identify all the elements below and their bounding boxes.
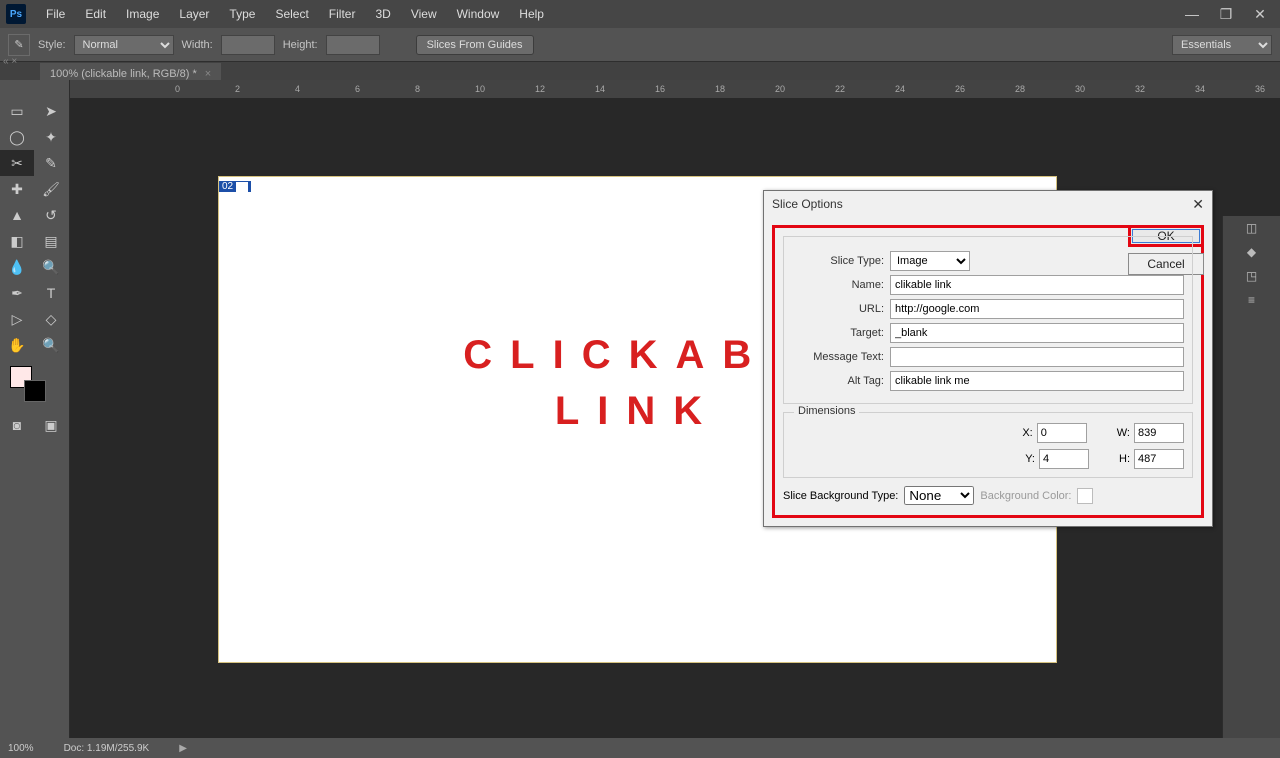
y-label: Y: [1025, 453, 1035, 465]
pen-tool-icon[interactable]: ✒ [0, 280, 34, 306]
background-color[interactable] [24, 380, 46, 402]
menu-image[interactable]: Image [116, 3, 169, 25]
slice-type-select[interactable]: Image [890, 251, 970, 271]
name-label: Name: [792, 279, 884, 291]
stamp-tool-icon[interactable]: ▲ [0, 202, 34, 228]
tools-panel: ▭➤ ◯✦ ✂✎ ✚🖌 ▲↺ ◧▤ 💧🔍 ✒T ▷◇ ✋🔍 ◙▣ [0, 80, 70, 738]
slice-link-icon [236, 182, 248, 192]
dodge-tool-icon[interactable]: 🔍 [34, 254, 68, 280]
slice-options-dialog: Slice Options ✕ OK Cancel Slice Type: Im… [763, 190, 1213, 527]
message-input[interactable] [890, 347, 1184, 367]
doc-size: Doc: 1.19M/255.9K [64, 743, 150, 754]
width-label: Width: [182, 39, 213, 51]
window-close-icon[interactable]: ✕ [1246, 6, 1274, 23]
menu-window[interactable]: Window [447, 3, 510, 25]
blur-tool-icon[interactable]: 💧 [0, 254, 34, 280]
move-tool-icon[interactable]: ▭ [0, 98, 34, 124]
alt-input[interactable] [890, 371, 1184, 391]
close-tab-icon[interactable]: × [205, 68, 211, 80]
menu-layer[interactable]: Layer [169, 3, 219, 25]
brush-tool-icon[interactable]: 🖌 [34, 176, 68, 202]
panel-icon[interactable]: ◳ [1223, 264, 1280, 288]
message-label: Message Text: [792, 351, 884, 363]
tab-title: 100% (clickable link, RGB/8) * [50, 68, 197, 80]
width-input[interactable] [221, 35, 275, 55]
menu-select[interactable]: Select [265, 3, 318, 25]
screenmode-icon[interactable]: ▣ [34, 412, 68, 438]
style-select[interactable]: Normal [74, 35, 174, 55]
quickmask-icon[interactable]: ◙ [0, 412, 34, 438]
gradient-tool-icon[interactable]: ▤ [34, 228, 68, 254]
x-input[interactable] [1037, 423, 1087, 443]
name-input[interactable] [890, 275, 1184, 295]
target-input[interactable] [890, 323, 1184, 343]
menu-filter[interactable]: Filter [319, 3, 366, 25]
panel-icon[interactable]: ◫ [1223, 216, 1280, 240]
workspace-select[interactable]: Essentials [1172, 35, 1272, 55]
slice-number: 02 [222, 181, 233, 192]
zoom-level[interactable]: 100% [8, 743, 34, 754]
slice-type-label: Slice Type: [792, 255, 884, 267]
menu-type[interactable]: Type [219, 3, 265, 25]
menu-edit[interactable]: Edit [75, 3, 116, 25]
color-swatches[interactable] [0, 366, 69, 406]
height-label: Height: [283, 39, 318, 51]
alt-label: Alt Tag: [792, 375, 884, 387]
history-brush-icon[interactable]: ↺ [34, 202, 68, 228]
eraser-tool-icon[interactable]: ◧ [0, 228, 34, 254]
menu-help[interactable]: Help [509, 3, 554, 25]
tabbar-handle-icon[interactable]: « × [3, 56, 17, 67]
menu-bar: Ps File Edit Image Layer Type Select Fil… [0, 0, 1280, 28]
y-input[interactable] [1039, 449, 1089, 469]
h-label: H: [1119, 453, 1130, 465]
lasso-tool-icon[interactable]: ◯ [0, 124, 34, 150]
w-label: W: [1117, 427, 1130, 439]
path-select-icon[interactable]: ▷ [0, 306, 34, 332]
ruler-horizontal: 0 2 4 6 8 10 12 14 16 18 20 22 24 26 28 … [15, 80, 1280, 98]
x-label: X: [1022, 427, 1032, 439]
slices-from-guides-button[interactable]: Slices From Guides [416, 35, 534, 55]
height-input[interactable] [326, 35, 380, 55]
window-minimize-icon[interactable]: — [1178, 6, 1206, 23]
dimensions-legend: Dimensions [794, 405, 859, 417]
status-menu-icon[interactable]: ▶ [179, 743, 187, 754]
eyedropper-tool-icon[interactable]: ✎ [34, 150, 68, 176]
slice-tool-icon[interactable]: ✎ [8, 34, 30, 56]
panel-icon[interactable]: ≡ [1223, 288, 1280, 312]
bgtype-select[interactable]: None [904, 486, 974, 505]
highlight-box: Slice Type: Image Name: URL: Target: Mes… [772, 225, 1204, 518]
bgcolor-swatch [1077, 488, 1093, 504]
app-logo: Ps [6, 4, 26, 24]
options-bar: ✎ Style: Normal Width: Height: Slices Fr… [0, 28, 1280, 62]
menu-file[interactable]: File [36, 3, 75, 25]
right-panels: ◫ ◆ ◳ ≡ [1222, 216, 1280, 738]
slice-badge[interactable]: 02 [219, 181, 251, 192]
arrow-tool-icon[interactable]: ➤ [34, 98, 68, 124]
wand-tool-icon[interactable]: ✦ [34, 124, 68, 150]
type-tool-icon[interactable]: T [34, 280, 68, 306]
panel-icon[interactable]: ◆ [1223, 240, 1280, 264]
target-label: Target: [792, 327, 884, 339]
url-input[interactable] [890, 299, 1184, 319]
dialog-title: Slice Options [772, 197, 843, 211]
dialog-close-icon[interactable]: ✕ [1192, 196, 1204, 213]
dialog-titlebar[interactable]: Slice Options ✕ [764, 191, 1212, 217]
bgcolor-label: Background Color: [980, 490, 1071, 502]
status-bar: 100% Doc: 1.19M/255.9K ▶ [0, 738, 1280, 758]
bgtype-label: Slice Background Type: [783, 490, 898, 502]
style-label: Style: [38, 39, 66, 51]
w-input[interactable] [1134, 423, 1184, 443]
menu-3d[interactable]: 3D [365, 3, 400, 25]
zoom-tool-icon[interactable]: 🔍 [34, 332, 68, 358]
h-input[interactable] [1134, 449, 1184, 469]
crop-tool-icon[interactable]: ✂ [0, 150, 34, 176]
hand-tool-icon[interactable]: ✋ [0, 332, 34, 358]
shape-tool-icon[interactable]: ◇ [34, 306, 68, 332]
window-restore-icon[interactable]: ❐ [1212, 6, 1240, 23]
url-label: URL: [792, 303, 884, 315]
healing-tool-icon[interactable]: ✚ [0, 176, 34, 202]
menu-view[interactable]: View [401, 3, 447, 25]
